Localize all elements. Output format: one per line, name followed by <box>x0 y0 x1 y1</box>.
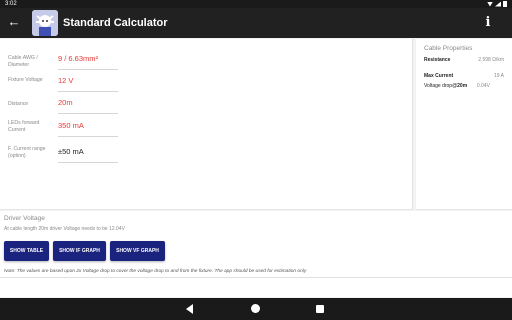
back-arrow-icon[interactable]: ← <box>6 14 22 30</box>
app-bar: ← Standard Calculator i <box>0 8 512 38</box>
max-current-value: 19 A <box>493 73 504 79</box>
form-label: F. Current range (option) <box>8 146 46 159</box>
driver-voltage-title: Driver Voltage <box>4 215 45 222</box>
distance-field[interactable]: 20m <box>58 92 118 114</box>
divider <box>0 277 512 278</box>
estimation-note: Note: The values are based upon 2x Volta… <box>4 269 307 274</box>
fixture-voltage-field[interactable]: 12 V <box>58 70 118 92</box>
form-label: Distance <box>8 101 29 107</box>
voltage-drop-row: Voltage drop@20m 0.04V <box>424 83 504 95</box>
form-row-current: LEDs forward Current 350 mA <box>0 115 413 141</box>
form-label: Fixture Voltage <box>8 77 43 83</box>
voltage-drop-label: Voltage drop@20m <box>424 83 468 89</box>
wifi-icon <box>487 1 493 7</box>
page-title: Standard Calculator <box>63 17 168 29</box>
form-row-range: F. Current range (option) ±50 mA <box>0 141 413 167</box>
current-range-field[interactable]: ±50 mA <box>58 141 118 163</box>
nav-recents-icon[interactable] <box>316 305 324 313</box>
form-label: LEDs forward Current <box>8 120 40 133</box>
main-content: Cable AWG / Diameter 9 / 6.63mm² Fixture… <box>0 38 512 298</box>
status-icons <box>487 1 507 7</box>
nav-home-icon[interactable] <box>251 304 260 313</box>
resistance-row: Resistance 2.598 Ω/km <box>424 57 504 69</box>
cable-awg-dropdown[interactable]: 9 / 6.63mm² <box>58 48 118 70</box>
app-logo <box>32 10 58 36</box>
battery-icon <box>503 1 507 7</box>
show-table-button[interactable]: SHOW TABLE <box>4 241 49 261</box>
led-current-field[interactable]: 350 mA <box>58 115 118 137</box>
status-time: 3:02 <box>5 1 17 7</box>
driver-voltage-text: At cable length 20m driver Voltage needs… <box>4 226 125 232</box>
cable-properties-panel: Cable Properties Resistance 2.598 Ω/km M… <box>416 39 512 210</box>
resistance-value: 2.598 Ω/km <box>478 57 504 63</box>
resistance-label: Resistance <box>424 57 451 63</box>
show-if-graph-button[interactable]: SHOW IF GRAPH <box>53 241 106 261</box>
form-label: Cable AWG / Diameter <box>8 55 38 68</box>
status-bar: 3:02 <box>0 0 512 8</box>
voltage-drop-value: 0.04V <box>476 83 490 89</box>
navigation-bar <box>0 298 512 320</box>
signal-icon <box>495 1 501 7</box>
nav-back-icon[interactable] <box>186 304 193 314</box>
input-form: Cable AWG / Diameter 9 / 6.63mm² Fixture… <box>0 39 413 210</box>
driver-voltage-section: Driver Voltage At cable length 20m drive… <box>0 211 512 297</box>
cable-properties-title: Cable Properties <box>424 45 473 52</box>
show-vf-graph-button[interactable]: SHOW VF GRAPH <box>110 241 165 261</box>
max-current-label: Max Current <box>424 73 454 79</box>
info-icon[interactable]: i <box>484 15 492 31</box>
